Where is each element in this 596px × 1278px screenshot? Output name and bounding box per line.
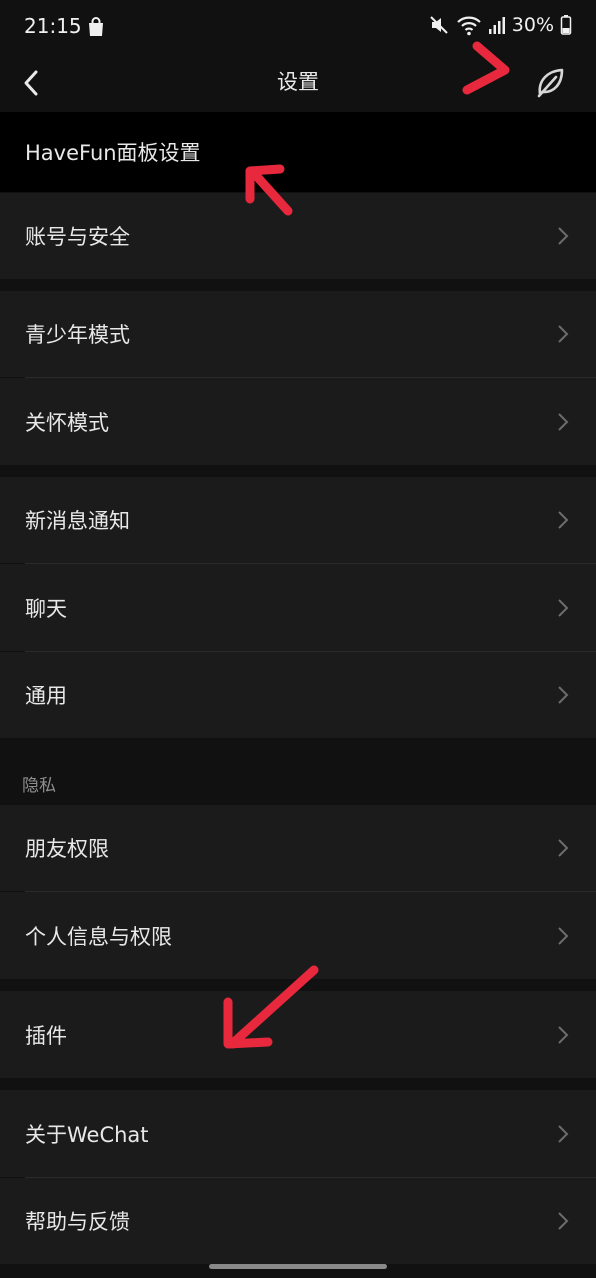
- account-security-label: 账号与安全: [25, 225, 130, 249]
- status-icons: 30%: [428, 14, 572, 36]
- youth-mode-row[interactable]: 青少年模式: [0, 291, 596, 377]
- chevron-right-icon: [558, 1025, 569, 1044]
- general-row[interactable]: 通用: [0, 652, 596, 738]
- new-message-notifications-label: 新消息通知: [25, 509, 130, 533]
- status-time: 21:15: [24, 14, 82, 38]
- status-bar: 21:15 30%: [0, 0, 596, 54]
- personal-info-permissions-row[interactable]: 个人信息与权限: [0, 892, 596, 979]
- chevron-right-icon: [558, 511, 569, 529]
- help-feedback-label: 帮助与反馈: [25, 1210, 130, 1234]
- chevron-right-icon: [558, 1212, 569, 1230]
- chevron-right-icon: [558, 839, 569, 857]
- care-mode-label: 关怀模式: [25, 410, 109, 435]
- about-wechat-row[interactable]: 关于WeChat: [0, 1090, 596, 1177]
- battery-percent: 30%: [511, 14, 554, 36]
- havefun-panel-settings-row[interactable]: HaveFun面板设置: [0, 112, 596, 192]
- shopping-bag-icon: [89, 17, 103, 36]
- battery-icon: [560, 15, 572, 35]
- chevron-right-icon: [558, 227, 569, 245]
- personal-info-permissions-label: 个人信息与权限: [25, 924, 172, 949]
- home-indicator: [209, 1264, 387, 1269]
- chat-label: 聊天: [25, 596, 67, 621]
- chat-row[interactable]: 聊天: [0, 564, 596, 651]
- nav-bar: 设置: [0, 54, 596, 112]
- chevron-right-icon: [558, 926, 569, 945]
- friend-permissions-label: 朋友权限: [25, 837, 109, 861]
- friend-permissions-row[interactable]: 朋友权限: [0, 805, 596, 891]
- general-label: 通用: [25, 684, 67, 708]
- plugins-row[interactable]: 插件: [0, 991, 596, 1078]
- account-security-row[interactable]: 账号与安全: [0, 193, 596, 279]
- new-message-notifications-row[interactable]: 新消息通知: [0, 477, 596, 563]
- chevron-right-icon: [558, 412, 569, 431]
- help-feedback-row[interactable]: 帮助与反馈: [0, 1178, 596, 1264]
- mute-icon: [430, 16, 448, 34]
- chevron-right-icon: [558, 686, 569, 704]
- chevron-right-icon: [558, 325, 569, 343]
- plugins-label: 插件: [25, 1023, 67, 1048]
- youth-mode-label: 青少年模式: [25, 323, 130, 347]
- chevron-right-icon: [558, 598, 569, 617]
- page-title: 设置: [277, 70, 319, 94]
- signal-icon: [488, 17, 505, 34]
- havefun-panel-settings-label: HaveFun面板设置: [25, 141, 201, 165]
- about-wechat-label: 关于WeChat: [25, 1122, 149, 1147]
- care-mode-row[interactable]: 关怀模式: [0, 378, 596, 465]
- leaf-icon[interactable]: [532, 62, 568, 102]
- privacy-section-label: 隐私: [22, 776, 56, 796]
- wifi-icon: [457, 16, 481, 36]
- chevron-right-icon: [558, 1124, 569, 1143]
